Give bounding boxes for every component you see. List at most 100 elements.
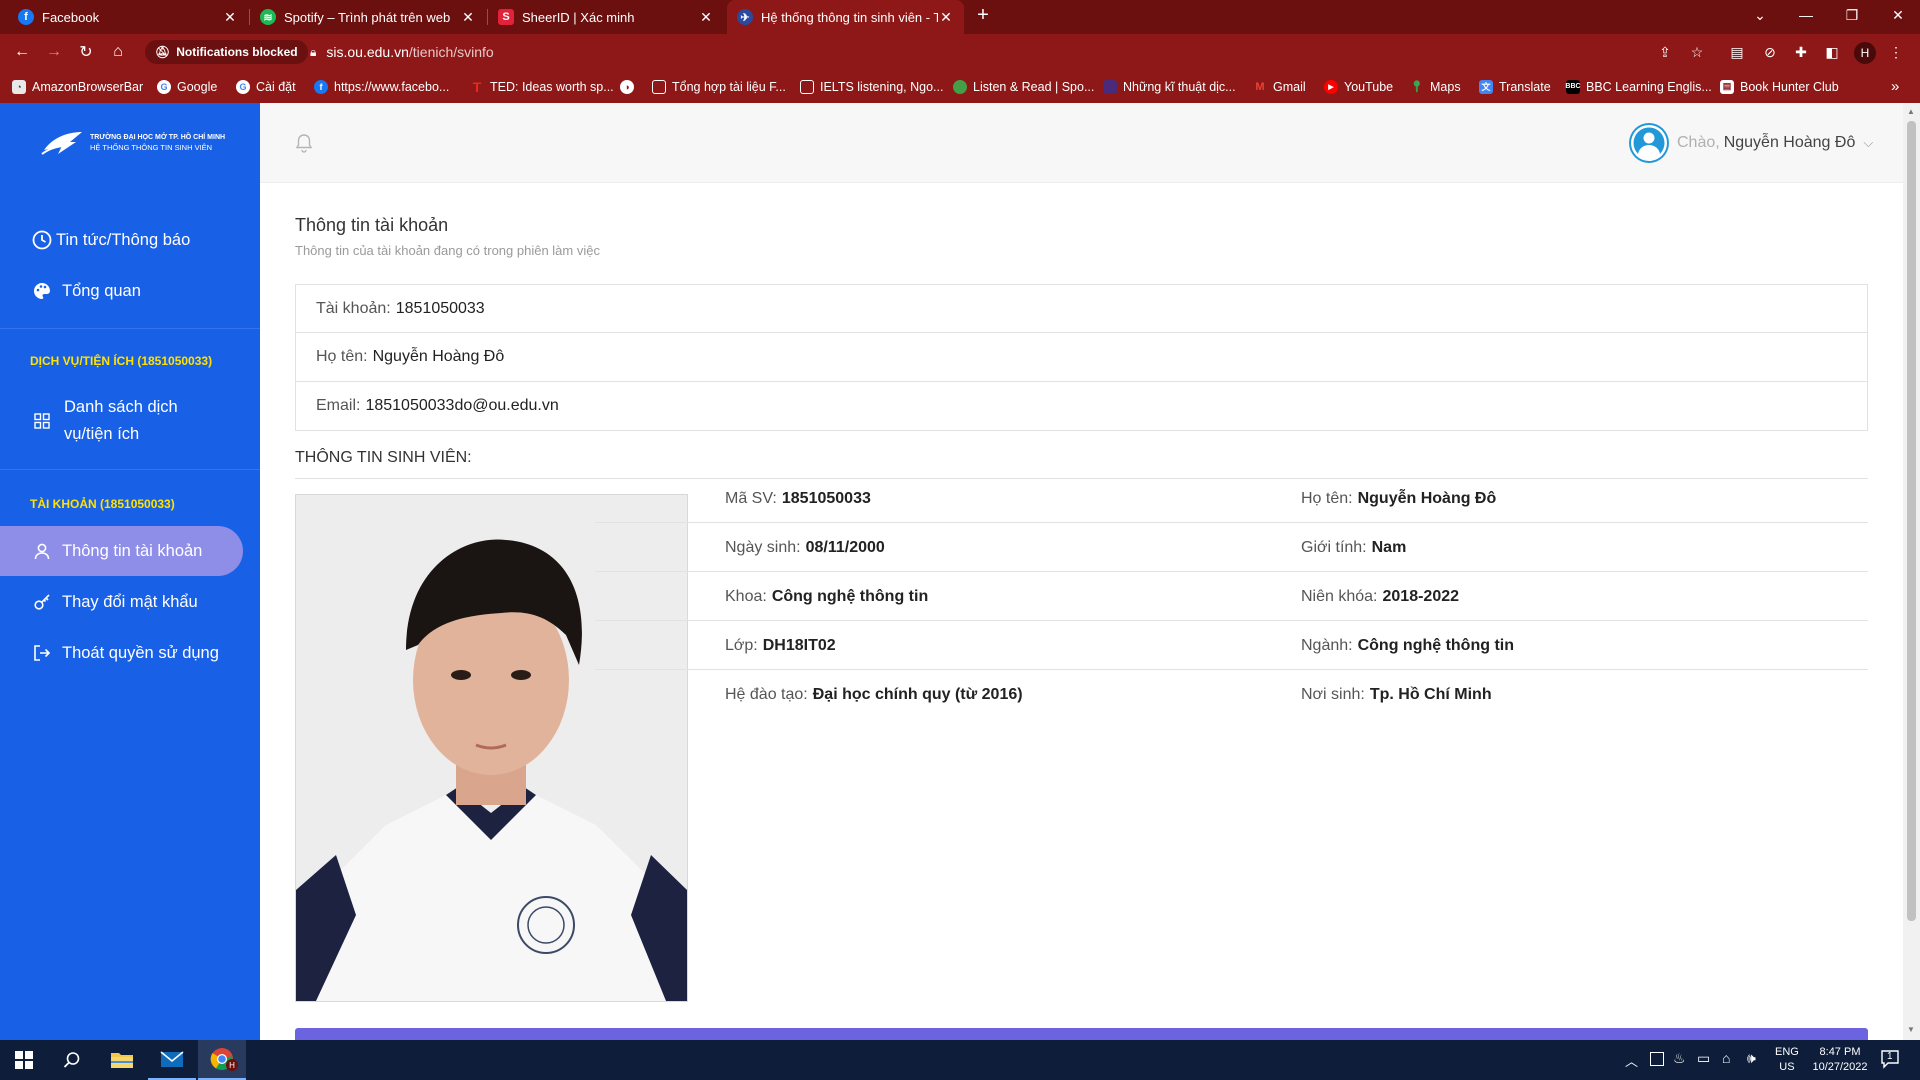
clock[interactable]: 8:47 PM 10/27/2022	[1805, 1045, 1875, 1075]
search-icon[interactable]	[48, 1040, 96, 1080]
student-program: Hệ đào tạo: Đại học chính quy (từ 2016)	[725, 670, 1023, 719]
chrome-taskbar-icon[interactable]: H	[198, 1040, 246, 1080]
sidebar-item-overview[interactable]: Tổng quan	[30, 276, 250, 306]
bottom-action-button[interactable]	[295, 1028, 1868, 1040]
minimize-button[interactable]: —	[1783, 0, 1829, 30]
battery-icon[interactable]: ▭	[1697, 1050, 1710, 1067]
clock-icon	[30, 228, 54, 252]
scroll-up-icon[interactable]: ▲	[1907, 107, 1915, 116]
windows-start-icon[interactable]	[0, 1040, 48, 1080]
bookmarks-overflow-icon[interactable]: »	[1891, 70, 1899, 103]
ted-icon: T	[472, 78, 482, 95]
notifications-blocked-chip[interactable]: 🔕︎ Notifications blocked	[145, 40, 308, 64]
tab-title: SheerID | Xác minh	[522, 9, 635, 25]
mail-app-icon[interactable]	[148, 1040, 196, 1080]
volume-icon[interactable]: 🕪︎	[1747, 1050, 1756, 1067]
reload-icon[interactable]: ↻	[74, 40, 98, 64]
bookmark-listen-read[interactable]: Listen & Read | Spo...	[953, 70, 1094, 103]
bookmark-bbc[interactable]: BBC BBC Learning Englis...	[1565, 70, 1712, 103]
bookmark-gmail[interactable]: M Gmail	[1253, 70, 1306, 103]
page-scrollbar[interactable]: ▲ ▼	[1903, 103, 1920, 1040]
profile-avatar[interactable]: H	[1854, 42, 1876, 64]
close-tab-icon[interactable]: ✕	[938, 9, 954, 26]
sidebar-item-news[interactable]: Tin tức/Thông báo	[30, 225, 250, 255]
label-line1: Danh sách dịch	[64, 398, 178, 416]
bookmark-label: Gmail	[1273, 79, 1306, 94]
file-explorer-icon[interactable]	[98, 1040, 146, 1080]
forward-arrow-icon[interactable]: →	[42, 40, 66, 64]
tray-overflow-chevron-icon[interactable]: ︿	[1625, 1051, 1638, 1070]
bookmark-star-icon[interactable]: ☆	[1687, 42, 1707, 62]
logout-icon	[30, 641, 54, 665]
student-fullname: Họ tên: Nguyễn Hoàng Đô	[1301, 474, 1496, 523]
close-window-button[interactable]: ✕	[1875, 0, 1920, 30]
bookmark-label: IELTS listening, Ngo...	[820, 79, 944, 94]
scrollbar-thumb[interactable]	[1907, 121, 1916, 921]
tab-student-portal[interactable]: ✈ Hệ thống thông tin sinh viên - Tr ✕	[727, 0, 964, 34]
palette-icon	[30, 279, 54, 303]
top-header: Chào, Nguyễn Hoàng Đô ⌵	[260, 103, 1903, 183]
side-panel-icon[interactable]: ◧	[1822, 42, 1842, 62]
bookmark-unnamed[interactable]: ◑	[620, 70, 634, 103]
sidebar-item-services-list[interactable]: Danh sách dịch vụ/tiện ích	[30, 393, 250, 449]
bookmark-label: TED: Ideas worth sp...	[490, 79, 614, 94]
tab-sheerid[interactable]: S SheerID | Xác minh ✕	[488, 0, 724, 34]
close-tab-icon[interactable]: ✕	[222, 9, 238, 26]
bookmark-maps[interactable]: 📍︎ Maps	[1410, 70, 1461, 103]
sidebar-divider	[0, 469, 260, 470]
sidebar-item-change-password[interactable]: Thay đổi mật khẩu	[0, 577, 243, 627]
page-title: Thông tin tài khoản	[295, 215, 449, 235]
extension-reader-icon[interactable]: ▤	[1727, 42, 1747, 62]
lock-icon: 🔒︎	[310, 44, 317, 59]
extension-off-icon[interactable]: ⊘	[1760, 42, 1780, 62]
bookmark-translate[interactable]: 文 Translate	[1479, 70, 1551, 103]
share-icon[interactable]: ⇪	[1655, 42, 1675, 62]
bookmark-book-hunter[interactable]: ▤ Book Hunter Club	[1720, 70, 1839, 103]
back-arrow-icon[interactable]: ←	[10, 40, 34, 64]
sidebar-item-logout[interactable]: Thoát quyền sử dụng	[0, 628, 243, 678]
chevron-down-icon: ⌵	[1863, 135, 1874, 150]
tab-title: Hệ thống thông tin sinh viên - Tr	[761, 9, 938, 25]
close-tab-icon[interactable]: ✕	[460, 9, 476, 26]
new-tab-button[interactable]: +	[963, 0, 1003, 30]
field-value: Nguyễn Hoàng Đô	[1357, 489, 1497, 507]
home-icon[interactable]: ⌂	[106, 40, 130, 64]
bookmark-ielts[interactable]: IELTS listening, Ngo...	[800, 70, 943, 103]
tab-search-chevron-icon[interactable]: ⌄	[1737, 0, 1783, 30]
user-menu[interactable]: Chào, Nguyễn Hoàng Đô ⌵	[1629, 123, 1873, 163]
row-label: Tài khoản:	[316, 299, 391, 317]
address-bar[interactable]: 🔒︎ sis.ou.edu.vn/tienich/svinfo	[310, 40, 494, 64]
network-icon[interactable]: ⌂	[1722, 1050, 1730, 1066]
bookmark-nhung-ki-thuat[interactable]: Những kĩ thuật dịc...	[1103, 70, 1236, 103]
bookmark-ted[interactable]: T TED: Ideas worth sp...	[470, 70, 614, 103]
scroll-down-icon[interactable]: ▼	[1907, 1025, 1915, 1034]
field-label: Nơi sinh:	[1301, 685, 1365, 703]
bookmark-youtube[interactable]: ▶ YouTube	[1324, 70, 1393, 103]
sidebar-section-account: TÀI KHOẢN (1851050033)	[30, 497, 175, 511]
university-logo[interactable]: TRƯỜNG ĐẠI HỌC MỞ TP. HỒ CHÍ MINH HỆ THỐ…	[40, 128, 225, 158]
account-row-username: Tài khoản: 1851050033	[295, 284, 1868, 333]
sidebar-item-account-info[interactable]: Thông tin tài khoản	[0, 526, 243, 576]
bell-icon[interactable]	[295, 133, 315, 153]
steam-icon[interactable]: ♨	[1673, 1050, 1686, 1067]
bookmark-label: Listen & Read | Spo...	[973, 79, 1095, 94]
close-tab-icon[interactable]: ✕	[698, 9, 714, 26]
restore-button[interactable]: ❐	[1829, 0, 1875, 30]
bookmark-amazonbrowserbar[interactable]: ◔ AmazonBrowserBar	[12, 70, 143, 103]
bell-off-icon: 🔕︎	[155, 45, 171, 59]
gmail-icon: M	[1255, 80, 1265, 93]
bookmark-facebook[interactable]: f https://www.facebo...	[314, 70, 449, 103]
bookmark-tong-hop[interactable]: Tổng hợp tài liệu F...	[652, 70, 786, 103]
tab-spotify[interactable]: ≋ Spotify – Trình phát trên web ✕	[250, 0, 486, 34]
notification-count: 1	[1887, 1051, 1893, 1062]
bookmark-google[interactable]: G Google	[157, 70, 217, 103]
bookmark-settings[interactable]: G Cài đặt	[236, 70, 296, 103]
google-icon: G	[236, 79, 250, 94]
notification-center-icon[interactable]: 1	[1880, 1049, 1902, 1069]
menu-kebab-icon[interactable]: ⋮	[1886, 42, 1906, 62]
bookmark-label: BBC Learning Englis...	[1586, 79, 1712, 94]
extensions-puzzle-icon[interactable]: ✚	[1791, 42, 1811, 62]
tray-app-icon[interactable]	[1650, 1052, 1664, 1066]
tab-facebook[interactable]: f Facebook ✕	[8, 0, 248, 34]
language-indicator[interactable]: ENG US	[1775, 1045, 1799, 1075]
